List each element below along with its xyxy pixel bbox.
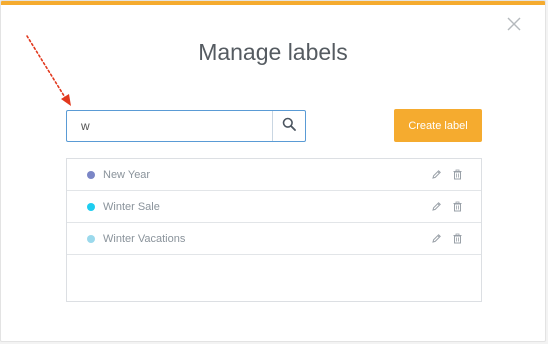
label-name: Winter Vacations [103, 232, 186, 245]
label-color-dot [87, 202, 95, 211]
row-actions [421, 201, 463, 213]
pencil-icon[interactable] [430, 169, 442, 181]
search-icon [282, 117, 296, 136]
label-list: New Year Winter Sale Winter Vacations [66, 158, 482, 302]
label-color-dot [87, 234, 95, 243]
label-name: Winter Sale [103, 200, 160, 213]
manage-labels-modal: Manage labels Create label New Year [0, 0, 546, 342]
modal-accent-bar [1, 1, 545, 5]
search-box [66, 110, 306, 142]
row-actions [421, 233, 463, 245]
label-name: New Year [103, 168, 151, 181]
label-color-dot [87, 170, 95, 179]
list-item[interactable]: Winter Vacations [67, 223, 481, 255]
search-input[interactable] [67, 111, 272, 141]
trash-icon[interactable] [451, 201, 463, 213]
list-item[interactable]: New Year [67, 159, 481, 191]
trash-icon[interactable] [451, 169, 463, 181]
row-actions [421, 169, 463, 181]
create-label-button[interactable]: Create label [394, 109, 482, 142]
pencil-icon[interactable] [430, 233, 442, 245]
trash-icon[interactable] [451, 233, 463, 245]
search-button[interactable] [272, 111, 305, 141]
close-icon[interactable] [503, 13, 525, 35]
modal-title: Manage labels [198, 39, 348, 65]
pencil-icon[interactable] [430, 201, 442, 213]
list-item[interactable]: Winter Sale [67, 191, 481, 223]
